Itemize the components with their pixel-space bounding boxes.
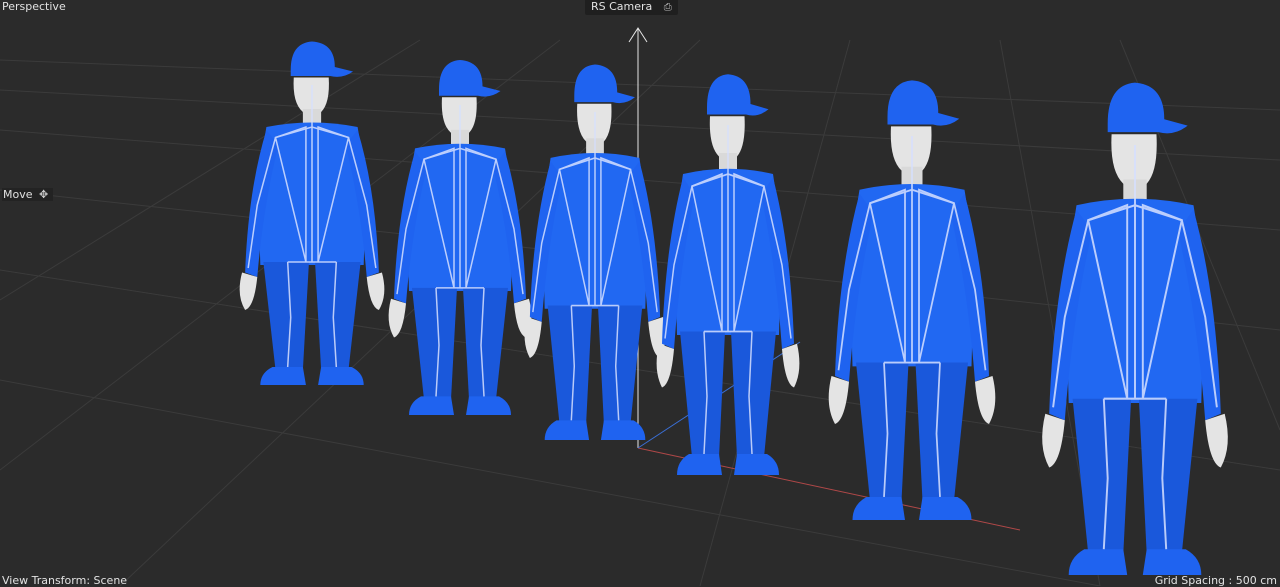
view-transform-text: View Transform: Scene (2, 574, 128, 587)
view-name-text: Perspective (2, 0, 66, 13)
active-tool-label[interactable]: Move ✥ (2, 188, 54, 201)
viewport-canvas[interactable] (0, 0, 1280, 586)
camera-selector[interactable]: RS Camera ⎙ (585, 0, 678, 15)
camera-icon[interactable]: ⎙ (664, 1, 672, 14)
grid-spacing-text: Grid Spacing : 500 cm (1154, 574, 1277, 587)
character-figure-2 (387, 59, 533, 416)
camera-label: RS Camera (591, 0, 653, 13)
view-name-label[interactable]: Perspective (2, 0, 66, 13)
view-transform-label: View Transform: Scene (2, 574, 127, 587)
character-figure-6 (1041, 81, 1229, 577)
character-figure-5 (827, 79, 997, 521)
grid-spacing-label: Grid Spacing : 500 cm (1155, 574, 1277, 587)
character-figure-1 (238, 40, 386, 386)
character-figure-3 (523, 63, 667, 441)
3d-viewport[interactable] (0, 0, 1280, 586)
active-tool-text: Move (3, 188, 33, 201)
character-figure-4 (655, 73, 801, 476)
move-arrows-icon: ✥ (39, 188, 49, 201)
